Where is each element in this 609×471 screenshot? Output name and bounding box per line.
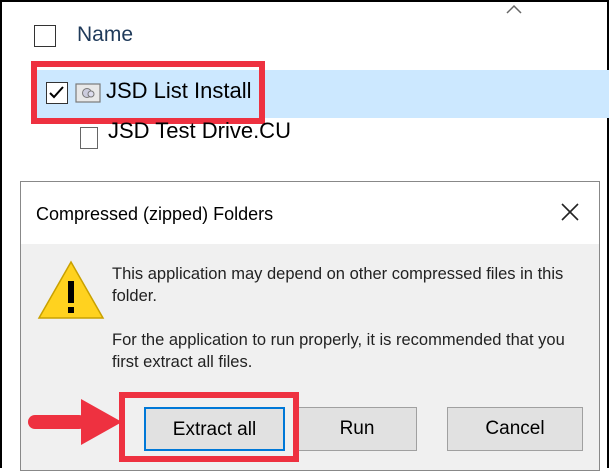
file-row-2-name[interactable]: JSD Test Drive.CU: [108, 118, 291, 144]
dialog-message-2: For the application to run properly, it …: [112, 331, 565, 371]
arrow-icon: [28, 399, 122, 445]
close-icon[interactable]: [558, 200, 582, 224]
dialog-message-1: This application may depend on other com…: [112, 265, 564, 305]
dialog-title: Compressed (zipped) Folders: [36, 204, 274, 224]
highlight-box-file: [31, 61, 265, 124]
frame-left: [0, 0, 2, 468]
run-button[interactable]: Run: [297, 407, 417, 451]
select-all-checkbox[interactable]: [34, 25, 56, 47]
highlight-box-extract: [119, 392, 299, 462]
column-header-name[interactable]: Name: [77, 23, 133, 47]
file-row-2-checkbox[interactable]: [80, 127, 98, 149]
warning-icon: [37, 260, 105, 319]
sort-caret-icon: [506, 4, 522, 14]
dialog-titlebar: Compressed (zipped) Folders: [21, 182, 599, 244]
cancel-button[interactable]: Cancel: [447, 407, 583, 451]
frame-top: [0, 0, 609, 2]
